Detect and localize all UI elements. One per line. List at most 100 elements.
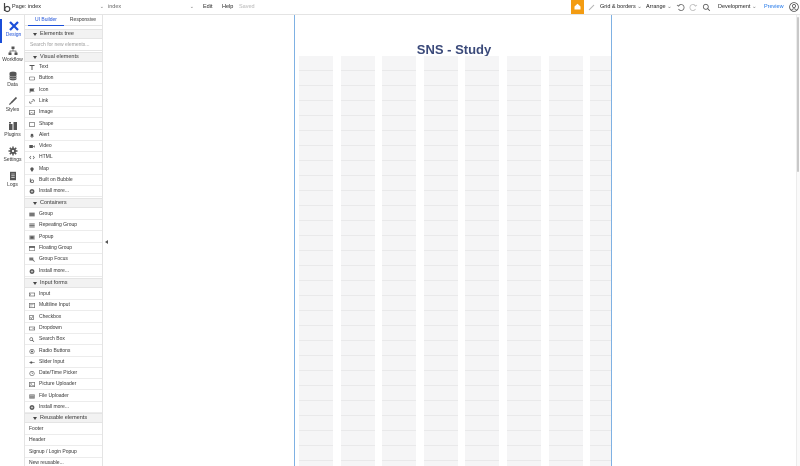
button-icon (29, 76, 35, 81)
database-icon (8, 71, 17, 81)
palette-item-install-more[interactable]: Install more... (25, 186, 102, 198)
arrange-menu[interactable]: Arrange ⌄ (646, 3, 672, 12)
rail-label-data: Data (7, 82, 18, 88)
rail-item-data[interactable]: Data (0, 69, 25, 93)
palette-item-button[interactable]: Button (25, 73, 102, 85)
palette-item-file-uploader[interactable]: File Uploader (25, 391, 102, 402)
left-nav-rail: Design Workflow Data Styles Plugins Sett… (0, 15, 25, 466)
palette-item-image[interactable]: Image (25, 107, 102, 119)
rail-item-logs[interactable]: Logs (0, 169, 25, 193)
palette-item-header[interactable]: Header (25, 435, 102, 447)
redo-icon[interactable] (689, 3, 698, 12)
chevron-down-icon: ⌄ (189, 4, 194, 10)
palette-item-dropdown[interactable]: Dropdown (25, 323, 102, 334)
palette-item-video[interactable]: Video (25, 141, 102, 153)
palette-item-popup[interactable]: Popup (25, 232, 102, 243)
page-canvas[interactable]: SNS - Study (294, 15, 612, 466)
text-icon (29, 65, 35, 70)
palette-item-input[interactable]: Input (25, 289, 102, 300)
palette-item-label: Button (39, 75, 54, 82)
palette-item-install-more[interactable]: Install more... (25, 266, 102, 277)
video-icon (29, 145, 35, 149)
visual-elements-header[interactable]: Visual elements (25, 52, 102, 62)
user-avatar-icon[interactable] (789, 2, 799, 12)
palette-item-floating-group[interactable]: Floating Group (25, 243, 102, 254)
palette-item-footer[interactable]: Footer (25, 424, 102, 435)
popup-icon (29, 234, 35, 240)
canvas-scrollbar-thumb[interactable] (797, 17, 799, 172)
grid-column (299, 56, 333, 466)
search-icon[interactable] (702, 3, 711, 12)
palette-item-icon[interactable]: Icon (25, 85, 102, 96)
palette-item-slider-input[interactable]: Slider Input (25, 357, 102, 368)
home-button[interactable] (571, 0, 584, 14)
rail-label-design: Design (5, 32, 22, 38)
rail-item-settings[interactable]: Settings (0, 144, 25, 168)
palette-item-label: HTML (39, 154, 53, 161)
rail-item-styles[interactable]: Styles (0, 94, 25, 118)
palette-item-new-reusable[interactable]: New reusable... (25, 458, 102, 466)
palette-item-radio-buttons[interactable]: Radio Buttons (25, 346, 102, 357)
palette-item-label: Picture Uploader (39, 381, 77, 388)
collapse-panel-icon[interactable] (105, 240, 108, 244)
palette-item-label: Signup / Login Popup (29, 448, 77, 455)
palette-item-group[interactable]: Group (25, 209, 102, 220)
tab-responsive[interactable]: Responsive (65, 15, 101, 26)
element-select[interactable]: index ⌄ (108, 3, 194, 12)
palette-item-link[interactable]: Link (25, 96, 102, 107)
palette-item-checkbox[interactable]: Checkbox (25, 312, 102, 323)
palette-item-install-more[interactable]: Install more... (25, 402, 102, 413)
brush-icon (8, 96, 17, 105)
arrange-label: Arrange (646, 4, 666, 10)
element-search-input[interactable] (25, 40, 102, 51)
page-title-text[interactable]: SNS - Study (295, 42, 613, 57)
preview-button[interactable]: Preview (764, 3, 784, 12)
palette-item-signup-login-popup[interactable]: Signup / Login Popup (25, 447, 102, 458)
workflow-icon (8, 46, 17, 55)
palette-item-group-focus[interactable]: Group Focus (25, 254, 102, 266)
containers-header[interactable]: Containers (25, 198, 102, 208)
palette-item-label: Slider Input (39, 358, 65, 365)
palette-item-built-on-bubble[interactable]: Built on Bubble (25, 175, 102, 186)
palette-item-search-box[interactable]: Search Box (25, 334, 102, 346)
palette-item-picture-uploader[interactable]: Picture Uploader (25, 379, 102, 391)
grid-borders-menu[interactable]: Grid & borders ⌄ (600, 3, 642, 12)
flag-icon (29, 88, 35, 93)
palette-item-html[interactable]: HTML (25, 152, 102, 164)
clock-icon (29, 371, 35, 377)
palette-item-date-time-picker[interactable]: Date/Time Picker (25, 368, 102, 380)
palette-item-multiline-input[interactable]: Multiline Input (25, 300, 102, 312)
tab-ui-builder[interactable]: UI Builder (28, 15, 64, 26)
input-forms-header[interactable]: Input forms (25, 278, 102, 288)
palette-item-shape[interactable]: Shape (25, 119, 102, 130)
grid-column (465, 56, 500, 466)
rail-item-design[interactable]: Design (0, 19, 25, 43)
rail-item-plugins[interactable]: Plugins (0, 119, 25, 143)
rail-item-workflow[interactable]: Workflow (0, 44, 25, 68)
page-select[interactable]: Page: index ⌄ (12, 3, 104, 12)
palette-item-label: Map (39, 165, 49, 172)
grid-column (423, 56, 458, 466)
development-menu[interactable]: Development ⌄ (718, 3, 757, 12)
grid-column (590, 56, 612, 466)
elements-tree-header[interactable]: Elements tree (25, 29, 102, 39)
palette-item-map[interactable]: Map (25, 164, 102, 175)
grid-column (548, 56, 583, 466)
help-menu[interactable]: Help (222, 3, 233, 12)
palette-tabs: UI Builder Responsive (25, 15, 102, 26)
palette-item-label: Search Box (39, 336, 65, 343)
edit-menu[interactable]: Edit (203, 3, 212, 12)
palette-item-label: Dropdown (39, 324, 62, 331)
grid-column (340, 56, 375, 466)
reusable-elements-header[interactable]: Reusable elements (25, 413, 102, 423)
palette-item-text[interactable]: Text (25, 62, 102, 73)
palette-item-repeating-group[interactable]: Repeating Group (25, 220, 102, 232)
paint-brush-icon[interactable] (587, 3, 596, 12)
bubble-logo-icon[interactable] (3, 2, 11, 13)
undo-icon[interactable] (676, 3, 685, 12)
rail-label-logs: Logs (7, 182, 18, 188)
plugins-icon (8, 122, 17, 130)
top-bar: Page: index ⌄ index ⌄ Edit Help Saved Gr… (0, 0, 800, 15)
palette-item-alert[interactable]: Alert (25, 130, 102, 141)
rail-label-plugins: Plugins (4, 132, 21, 138)
